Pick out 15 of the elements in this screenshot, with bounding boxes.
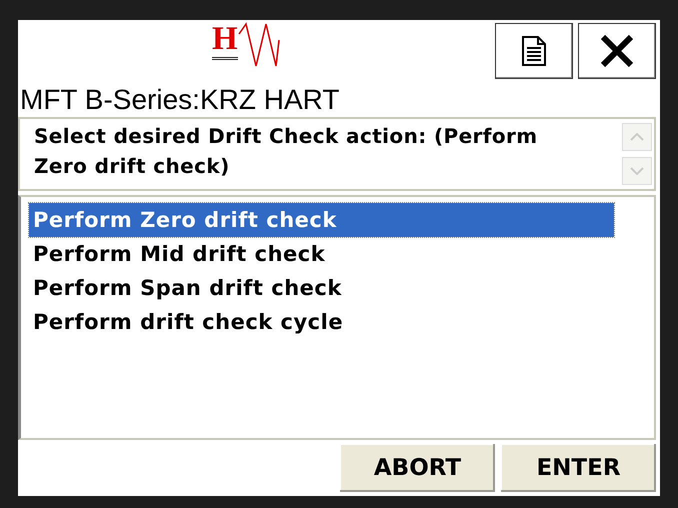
caret-down-icon xyxy=(630,167,644,175)
caret-up-icon xyxy=(630,133,644,141)
option-item[interactable]: Perform Span drift check xyxy=(29,271,614,305)
device-title: MFT B-Series:KRZ HART xyxy=(19,83,340,117)
option-item[interactable]: Perform Mid drift check xyxy=(29,237,614,271)
option-item[interactable]: Perform drift check cycle xyxy=(29,305,614,339)
option-item[interactable]: Perform Zero drift check xyxy=(29,203,614,237)
close-button[interactable] xyxy=(578,23,656,79)
logo-letter: H xyxy=(212,22,238,60)
close-icon xyxy=(599,33,635,69)
action-button[interactable]: ENTER xyxy=(501,444,656,492)
prompt-text: Select desired Drift Check action: (Perform Zero drift check) xyxy=(34,124,538,178)
document-button[interactable] xyxy=(495,23,573,79)
document-icon xyxy=(522,36,546,66)
action-button[interactable]: ABORT xyxy=(340,444,495,492)
